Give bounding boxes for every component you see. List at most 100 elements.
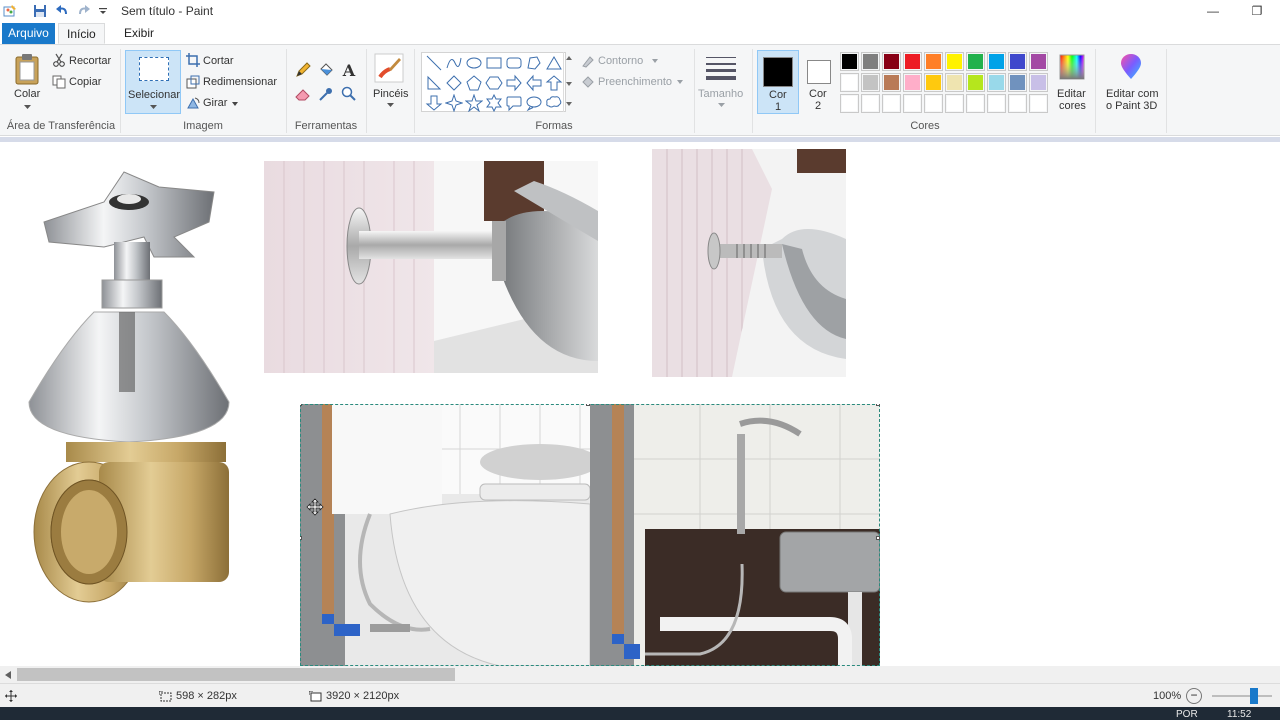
palette-color[interactable]	[882, 94, 901, 113]
plumbing-cutaway-image[interactable]	[300, 404, 880, 666]
right-triangle-icon[interactable]	[425, 74, 443, 92]
palette-color[interactable]	[924, 73, 943, 92]
save-icon[interactable]	[32, 3, 48, 19]
resize-icon[interactable]	[186, 75, 200, 89]
palette-color[interactable]	[966, 52, 985, 71]
outline-icon[interactable]	[580, 54, 594, 68]
hexagon-icon[interactable]	[485, 74, 503, 92]
pencil-icon[interactable]	[294, 61, 312, 79]
clock[interactable]: 11:52	[1227, 709, 1251, 720]
palette-color[interactable]	[966, 73, 985, 92]
palette-color[interactable]	[987, 52, 1006, 71]
restore-button[interactable]: ❐	[1234, 0, 1280, 22]
copy-button[interactable]: Copiar	[69, 76, 101, 88]
canvas[interactable]	[4, 142, 1280, 671]
palette-color[interactable]	[903, 52, 922, 71]
pentagon-icon[interactable]	[465, 74, 483, 92]
brush-icon[interactable]	[373, 52, 405, 84]
zoom-slider-thumb[interactable]	[1250, 688, 1258, 704]
fill-button[interactable]: Preenchimento	[598, 76, 672, 88]
palette-color[interactable]	[1029, 73, 1048, 92]
crop-icon[interactable]	[186, 53, 200, 67]
palette-color[interactable]	[861, 94, 880, 113]
selection-handle[interactable]	[586, 404, 590, 406]
color-picker-icon[interactable]	[317, 85, 335, 103]
language-indicator[interactable]: POR	[1176, 709, 1198, 720]
edit-colors-icon[interactable]	[1058, 53, 1086, 81]
curve-icon[interactable]	[445, 54, 463, 72]
paint3d-label-1[interactable]: Editar com	[1106, 88, 1159, 100]
tab-view[interactable]: Exibir	[116, 23, 162, 44]
left-arrow-icon[interactable]	[525, 74, 543, 92]
minimize-button[interactable]: —	[1190, 0, 1236, 22]
palette-color[interactable]	[882, 73, 901, 92]
rounded-callout-icon[interactable]	[505, 94, 523, 112]
zoom-slider[interactable]	[1212, 695, 1272, 697]
palette-color[interactable]	[903, 94, 922, 113]
tab-file[interactable]: Arquivo	[2, 23, 55, 44]
horizontal-scrollbar[interactable]	[0, 666, 1280, 683]
line-icon[interactable]	[425, 54, 443, 72]
palette-color[interactable]	[924, 52, 943, 71]
scissors-icon[interactable]	[52, 53, 66, 67]
chevron-down-icon[interactable]	[231, 101, 239, 107]
scrollbar-thumb[interactable]	[17, 668, 455, 681]
cut-button[interactable]: Recortar	[69, 55, 111, 67]
rounded-rectangle-icon[interactable]	[505, 54, 523, 72]
palette-color[interactable]	[861, 73, 880, 92]
shapes-scroll[interactable]	[563, 52, 573, 112]
palette-color[interactable]	[1029, 52, 1048, 71]
copy-icon[interactable]	[52, 75, 66, 89]
palette-color[interactable]	[924, 94, 943, 113]
paint3d-label-2[interactable]: o Paint 3D	[1106, 100, 1157, 112]
right-arrow-icon[interactable]	[505, 74, 523, 92]
palette-color[interactable]	[945, 94, 964, 113]
customize-toolbar-icon[interactable]	[95, 3, 111, 19]
palette-color[interactable]	[840, 52, 859, 71]
palette-color[interactable]	[987, 73, 1006, 92]
resize-button[interactable]: Redimensionar	[203, 76, 277, 88]
shapes-gallery[interactable]	[421, 52, 566, 112]
redo-icon[interactable]	[76, 3, 92, 19]
paint3d-icon[interactable]	[1117, 53, 1145, 81]
selection-handle[interactable]	[300, 404, 302, 406]
palette-color[interactable]	[903, 73, 922, 92]
chevron-down-icon[interactable]	[716, 102, 726, 108]
palette-color[interactable]	[840, 94, 859, 113]
six-point-star-icon[interactable]	[485, 94, 503, 112]
selection-handle[interactable]	[876, 404, 880, 406]
brushes-button[interactable]: Pincéis	[373, 88, 408, 100]
rotate-button[interactable]: Girar	[203, 97, 227, 109]
tab-home[interactable]: Início	[58, 23, 105, 44]
palette-color[interactable]	[1029, 94, 1048, 113]
palette-color[interactable]	[1008, 94, 1027, 113]
cloud-callout-icon[interactable]	[545, 94, 563, 112]
palette-color[interactable]	[1008, 52, 1027, 71]
palette-color[interactable]	[966, 94, 985, 113]
edit-colors-label-2[interactable]: cores	[1059, 100, 1086, 112]
palette-color[interactable]	[882, 52, 901, 71]
zoom-out-button[interactable]: −	[1186, 688, 1202, 704]
size-button[interactable]: Tamanho	[698, 88, 743, 100]
paste-button[interactable]: Colar	[14, 88, 40, 100]
polygon-icon[interactable]	[525, 54, 543, 72]
chevron-down-icon[interactable]	[651, 58, 659, 64]
up-arrow-icon[interactable]	[545, 74, 563, 92]
outline-button[interactable]: Contorno	[598, 55, 643, 67]
palette-color[interactable]	[861, 52, 880, 71]
fill-icon[interactable]	[580, 75, 594, 89]
palette-color[interactable]	[945, 52, 964, 71]
magnifier-icon[interactable]	[340, 85, 358, 103]
oval-callout-icon[interactable]	[525, 94, 543, 112]
undo-icon[interactable]	[54, 3, 70, 19]
triangle-icon[interactable]	[545, 54, 563, 72]
chevron-down-icon[interactable]	[676, 79, 684, 85]
color2-button[interactable]: Cor 2	[803, 50, 835, 114]
palette-color[interactable]	[1008, 73, 1027, 92]
selection-handle[interactable]	[876, 536, 880, 540]
eraser-icon[interactable]	[294, 85, 312, 103]
paste-icon[interactable]	[12, 51, 42, 87]
palette-color[interactable]	[945, 73, 964, 92]
fill-bucket-icon[interactable]	[317, 61, 335, 79]
crop-button[interactable]: Cortar	[203, 55, 234, 67]
